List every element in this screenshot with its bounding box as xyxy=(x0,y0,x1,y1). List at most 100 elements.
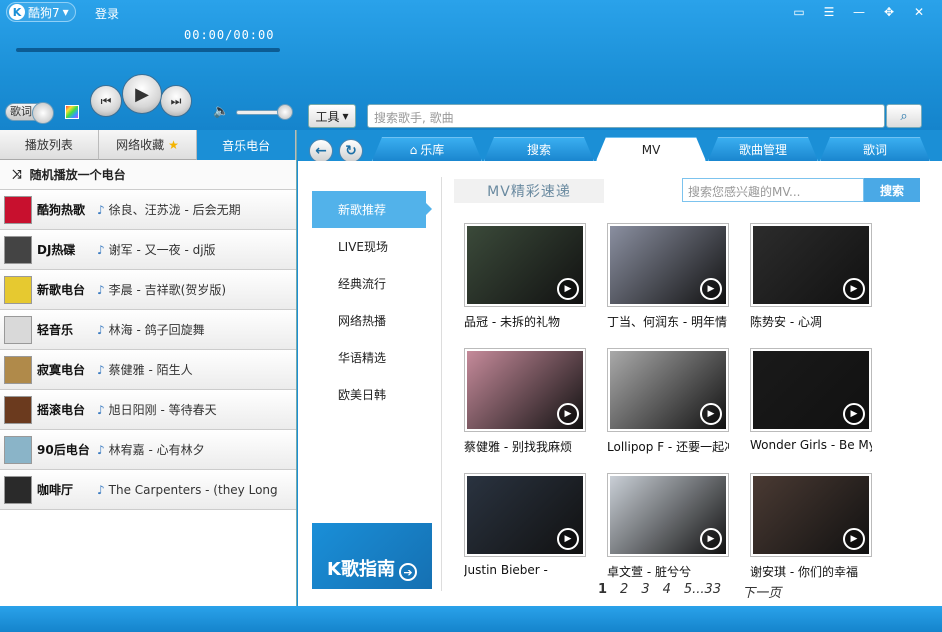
radio-item[interactable]: DJ热碟 ♪ 谢军 - 又一夜 - dj版 xyxy=(0,230,296,270)
close-icon[interactable]: ✕ xyxy=(904,2,934,22)
mv-card[interactable]: ▶ 陈势安 - 心凋 xyxy=(750,223,872,330)
mv-thumbnail[interactable]: ▶ xyxy=(607,223,729,307)
tab-mv[interactable]: MV xyxy=(596,137,706,161)
search-input[interactable]: 搜索歌手, 歌曲 xyxy=(367,104,885,128)
play-icon[interactable]: ▶ xyxy=(557,403,579,425)
category-item[interactable]: 欧美日韩 xyxy=(312,376,440,413)
k-guide-banner[interactable]: K歌指南 ➔ xyxy=(312,523,432,589)
radio-item[interactable]: 轻音乐 ♪ 林海 - 鸽子回旋舞 xyxy=(0,310,296,350)
mv-card[interactable]: ▶ 品冠 - 未拆的礼物 xyxy=(464,223,586,330)
lyric-toggle[interactable]: 歌词 xyxy=(5,102,54,124)
category-item[interactable]: 新歌推荐 xyxy=(312,191,432,228)
mv-card[interactable]: ▶ 蔡健雅 - 别找我麻烦 xyxy=(464,348,586,455)
mv-card[interactable]: ▶ 卓文萱 - 脏兮兮 xyxy=(607,473,729,580)
previous-button[interactable]: ⏮ xyxy=(90,85,122,117)
play-icon[interactable]: ▶ xyxy=(843,403,865,425)
login-link[interactable]: 登录 xyxy=(95,5,119,22)
radio-thumbnail xyxy=(4,315,32,344)
radio-item[interactable]: 新歌电台 ♪ 李晨 - 吉祥歌(贺岁版) xyxy=(0,270,296,310)
mv-thumbnail[interactable]: ▶ xyxy=(750,223,872,307)
tab-label: MV xyxy=(641,142,661,157)
minimize-icon[interactable]: — xyxy=(844,2,874,22)
tab-search[interactable]: 搜索 xyxy=(484,137,594,161)
mv-thumbnail[interactable]: ▶ xyxy=(607,473,729,557)
mv-caption[interactable]: 品冠 - 未拆的礼物 xyxy=(464,313,586,330)
play-icon[interactable]: ▶ xyxy=(700,528,722,550)
app-menu-button[interactable]: K 酷狗7 ▾ xyxy=(6,2,76,22)
radio-item[interactable]: 90后电台 ♪ 林宥嘉 - 心有林夕 xyxy=(0,430,296,470)
skin-icon[interactable] xyxy=(65,105,79,119)
menu-icon[interactable]: ☰ xyxy=(814,2,844,22)
mv-thumbnail[interactable]: ▶ xyxy=(464,473,586,557)
radio-thumbnail xyxy=(4,475,32,504)
page-link[interactable]: 5...33 xyxy=(684,582,721,601)
tab-playlist[interactable]: 播放列表 xyxy=(0,130,99,160)
search-button[interactable]: ⌕ xyxy=(886,104,922,128)
music-note-icon: ♪ xyxy=(97,443,105,457)
next-button[interactable]: ⏭ xyxy=(160,85,192,117)
category-item[interactable]: 网络热播 xyxy=(312,302,440,339)
tools-dropdown[interactable]: 工具 ▾ xyxy=(308,104,356,128)
mv-caption[interactable]: 卓文萱 - 脏兮兮 xyxy=(607,563,729,580)
mv-thumbnail[interactable]: ▶ xyxy=(750,473,872,557)
tab-label: 播放列表 xyxy=(24,138,73,152)
volume-icon[interactable]: 🔈 xyxy=(213,104,229,119)
mv-card[interactable]: ▶ Lollipop F - 还要一起冲 xyxy=(607,348,729,455)
music-note-icon: ♪ xyxy=(97,403,105,417)
mv-card[interactable]: ▶ 谢安琪 - 你们的幸福 xyxy=(750,473,872,580)
back-button[interactable]: ← xyxy=(309,139,333,163)
progress-bar[interactable] xyxy=(16,48,280,52)
category-item[interactable]: 华语精选 xyxy=(312,339,440,376)
play-icon[interactable]: ▶ xyxy=(557,528,579,550)
mv-card[interactable]: ▶ Wonder Girls - Be My xyxy=(750,348,872,455)
radio-item[interactable]: 咖啡厅 ♪ The Carpenters - (they Long xyxy=(0,470,296,510)
mv-thumbnail[interactable]: ▶ xyxy=(464,223,586,307)
mv-thumbnail[interactable]: ▶ xyxy=(464,348,586,432)
category-item[interactable]: 经典流行 xyxy=(312,265,440,302)
radio-item[interactable]: 寂寞电台 ♪ 蔡健雅 - 陌生人 xyxy=(0,350,296,390)
play-icon[interactable]: ▶ xyxy=(557,278,579,300)
refresh-button[interactable]: ↻ xyxy=(339,139,363,163)
mv-caption[interactable]: 谢安琪 - 你们的幸福 xyxy=(750,563,872,580)
radio-item[interactable]: 摇滚电台 ♪ 旭日阳刚 - 等待春天 xyxy=(0,390,296,430)
play-icon[interactable]: ▶ xyxy=(843,278,865,300)
mv-search-input[interactable]: 搜索您感兴趣的MV... xyxy=(682,178,864,202)
tab-library[interactable]: ⌂ 乐库 xyxy=(372,137,482,161)
mv-caption[interactable]: 蔡健雅 - 别找我麻烦 xyxy=(464,438,586,455)
tab-radio[interactable]: 音乐电台 xyxy=(197,130,297,160)
mv-grid: ▶ 品冠 - 未拆的礼物 ▶ 丁当、何润东 - 明年情 ▶ 陈势安 - 心凋 ▶ 蔡健雅 - … xyxy=(464,223,904,580)
caret-down-icon: ▾ xyxy=(62,5,69,19)
play-icon[interactable]: ▶ xyxy=(700,278,722,300)
mv-caption[interactable]: Wonder Girls - Be My xyxy=(750,438,872,452)
category-item[interactable]: LIVE现场 xyxy=(312,228,440,265)
mv-caption[interactable]: Lollipop F - 还要一起冲 xyxy=(607,438,729,455)
play-icon[interactable]: ▶ xyxy=(700,403,722,425)
tab-lyrics[interactable]: 歌词 xyxy=(820,137,930,161)
page-link[interactable]: 4 xyxy=(663,582,671,601)
fullscreen-icon[interactable]: ✥ xyxy=(874,2,904,22)
tab-favorites[interactable]: 网络收藏 ★ xyxy=(98,130,198,160)
random-radio-button[interactable]: ⤨ 随机播放一个电台 xyxy=(0,160,296,190)
mini-mode-icon[interactable]: ▭ xyxy=(784,2,814,22)
mv-thumbnail[interactable]: ▶ xyxy=(750,348,872,432)
tab-label: 乐库 xyxy=(420,143,445,157)
app-brand: 酷狗7 xyxy=(28,5,60,20)
mv-card[interactable]: ▶ Justin Bieber - xyxy=(464,473,586,580)
radio-thumbnail xyxy=(4,395,32,424)
mv-card[interactable]: ▶ 丁当、何润东 - 明年情 xyxy=(607,223,729,330)
play-icon[interactable]: ▶ xyxy=(843,528,865,550)
mv-search-button[interactable]: 搜索 xyxy=(864,178,920,202)
mv-caption[interactable]: 陈势安 - 心凋 xyxy=(750,313,872,330)
mv-caption[interactable]: Justin Bieber - xyxy=(464,563,586,577)
volume-knob[interactable] xyxy=(277,104,293,120)
mv-caption[interactable]: 丁当、何润东 - 明年情 xyxy=(607,313,729,330)
tab-song-manager[interactable]: 歌曲管理 xyxy=(708,137,818,161)
page-link[interactable]: 2 xyxy=(620,582,628,601)
play-button[interactable]: ▶ xyxy=(122,74,162,114)
page-link[interactable]: 3 xyxy=(641,582,649,601)
status-bar xyxy=(0,606,942,632)
radio-item[interactable]: 酷狗热歌 ♪ 徐良、汪苏泷 - 后会无期 xyxy=(0,190,296,230)
mv-thumbnail[interactable]: ▶ xyxy=(607,348,729,432)
next-page-link[interactable]: 下一页 xyxy=(742,582,781,601)
page-link[interactable]: 1 xyxy=(598,582,607,601)
